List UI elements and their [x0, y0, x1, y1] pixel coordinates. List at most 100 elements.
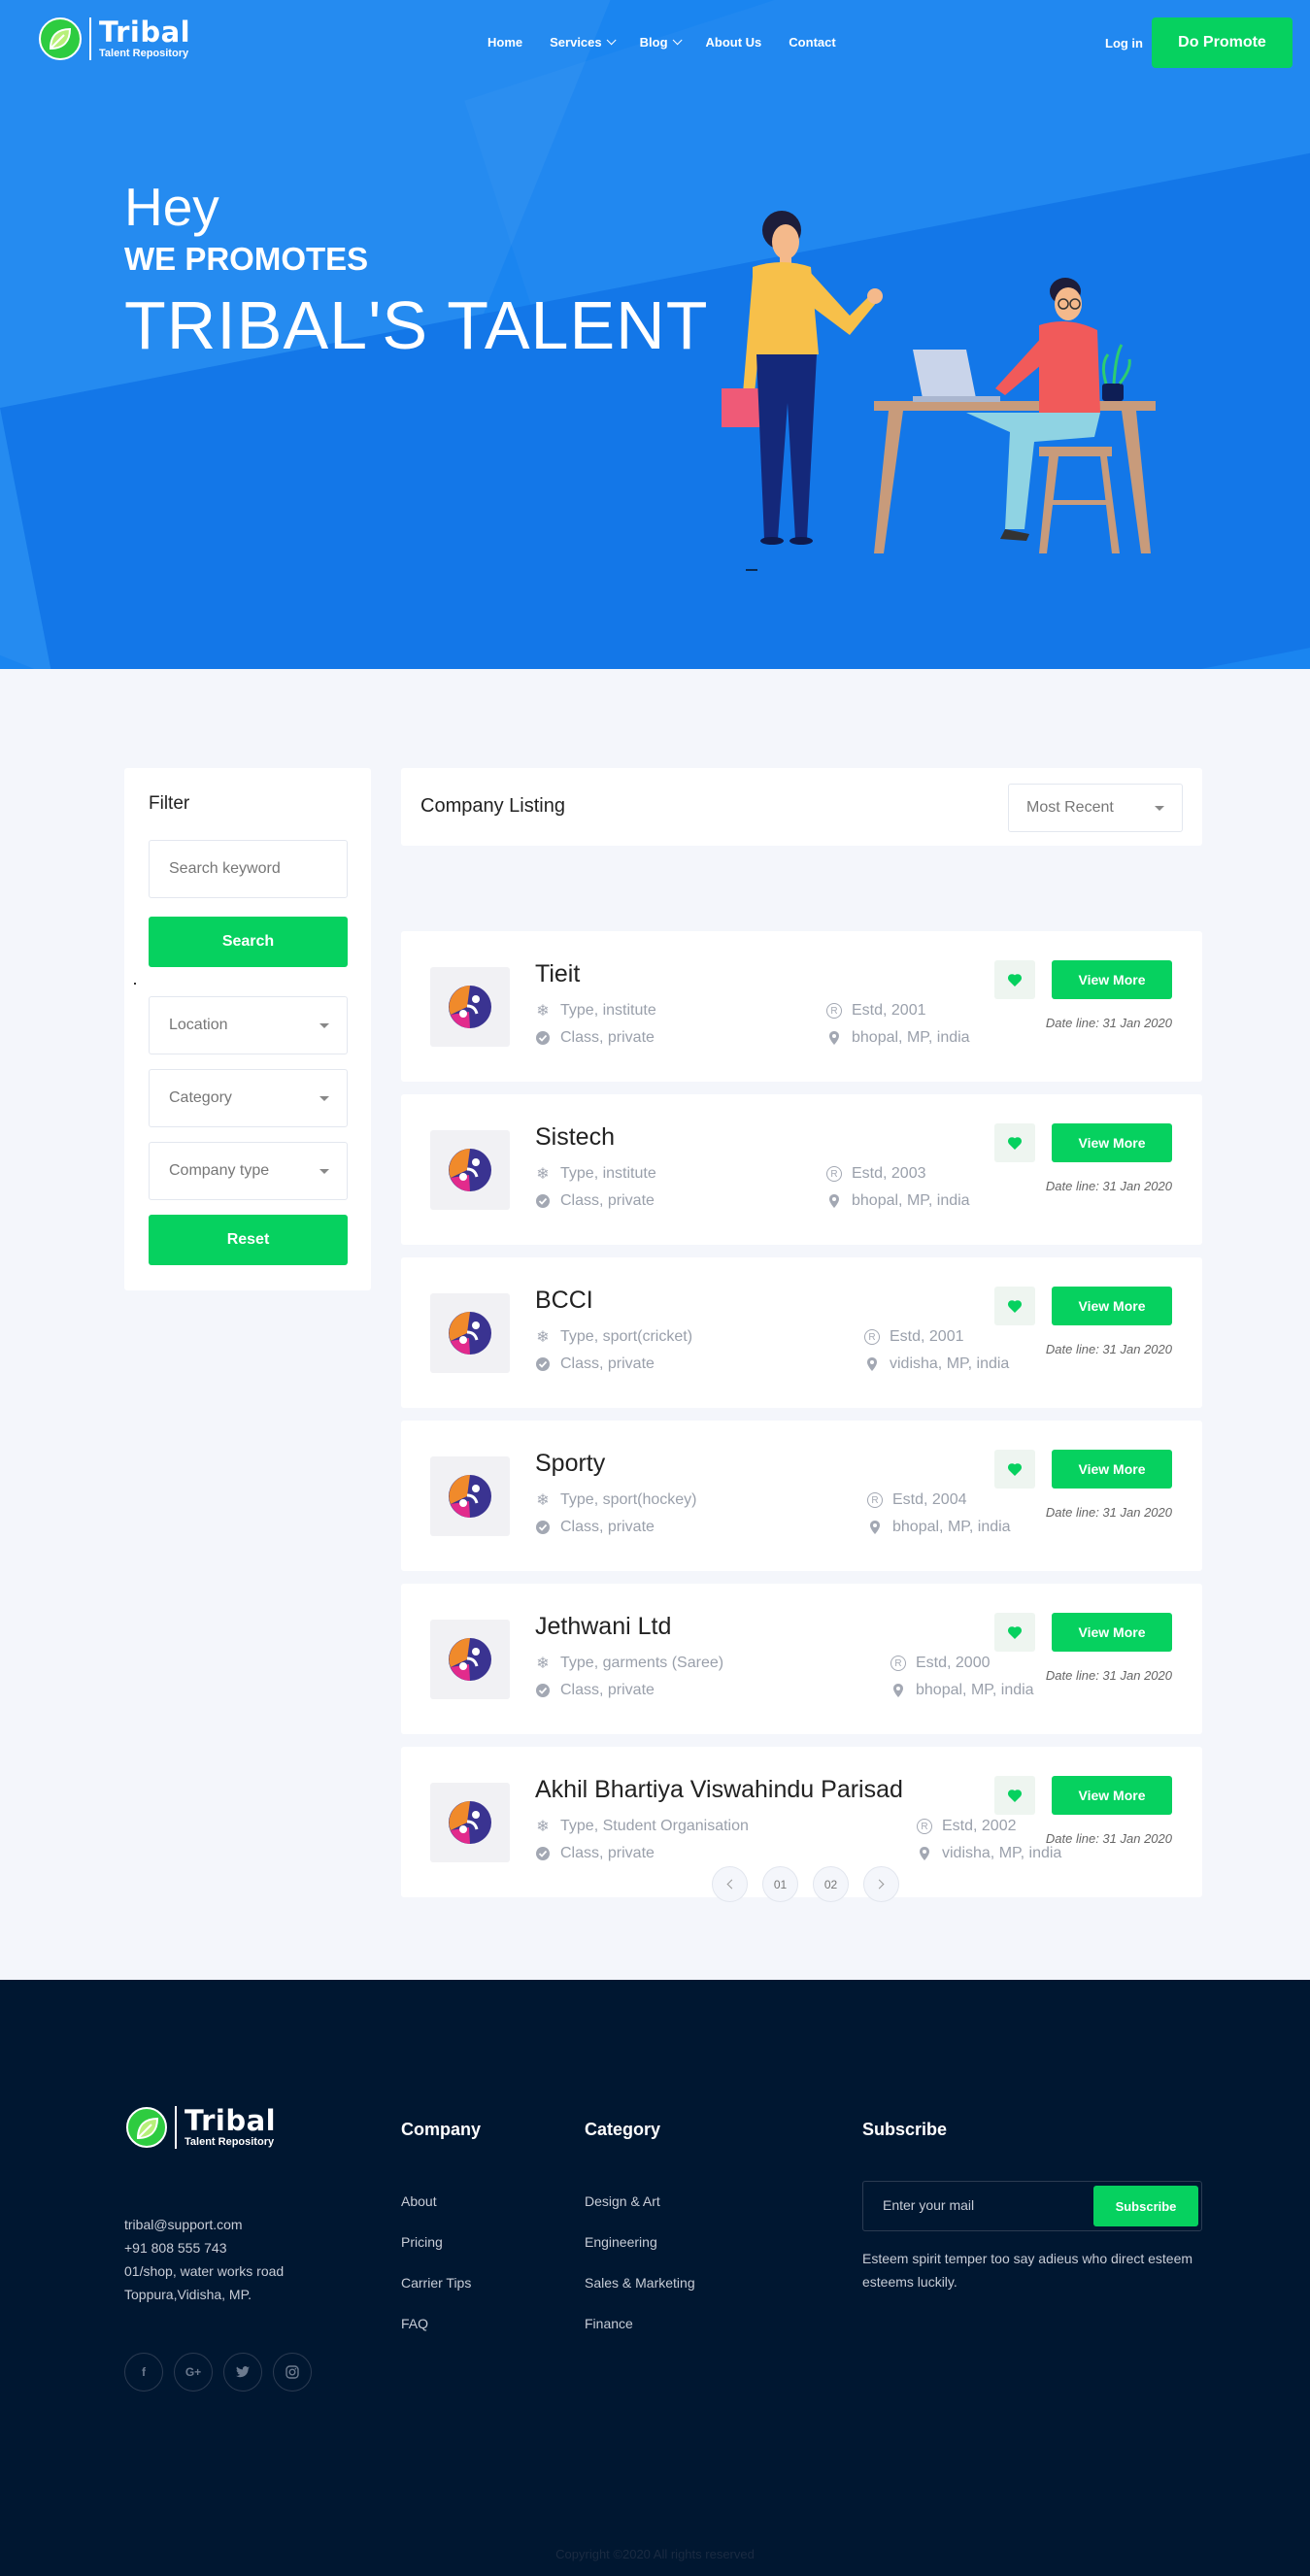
brand-logo[interactable]: Tribal Talent Repository	[39, 17, 190, 60]
favorite-button[interactable]	[994, 1123, 1035, 1162]
search-keyword-placeholder: Search keyword	[169, 860, 281, 877]
footer-email[interactable]: tribal@support.com	[124, 2213, 284, 2236]
favorite-button[interactable]	[994, 1613, 1035, 1652]
view-more-button[interactable]: View More	[1052, 1613, 1172, 1652]
favorite-button[interactable]	[994, 960, 1035, 999]
footer-phone[interactable]: +91 808 555 743	[124, 2236, 284, 2259]
view-more-button[interactable]: View More	[1052, 1123, 1172, 1162]
favorite-button[interactable]	[994, 1287, 1035, 1325]
company-name[interactable]: Tieit	[535, 960, 580, 988]
nav-contact[interactable]: Contact	[789, 35, 835, 50]
company-card: BCCI ❄ Type, sport(cricket) R Estd, 2001 Clas…	[401, 1257, 1202, 1408]
nav-contact-label: Contact	[789, 35, 836, 50]
page-button-1[interactable]: 01	[762, 1866, 798, 1902]
company-type: ❄ Type, institute	[535, 1165, 655, 1183]
company-name[interactable]: BCCI	[535, 1287, 593, 1315]
category-select[interactable]: Category	[149, 1069, 348, 1127]
hero-slider-indicator[interactable]	[746, 569, 757, 571]
footer-link-about[interactable]: About	[401, 2193, 437, 2209]
company-name[interactable]: Sistech	[535, 1123, 615, 1152]
footer-link-pricing[interactable]: Pricing	[401, 2234, 443, 2250]
company-date-line: Date line: 31 Jan 2020	[1045, 1831, 1172, 1846]
registered-icon: R	[867, 1492, 883, 1508]
subscribe-email-input[interactable]: Enter your mail	[883, 2197, 974, 2213]
view-more-button[interactable]: View More	[1052, 960, 1172, 999]
prev-page-button[interactable]	[712, 1866, 748, 1902]
location-select[interactable]: Location	[149, 996, 348, 1054]
company-name[interactable]: Jethwani Ltd	[535, 1613, 671, 1641]
snowflake-icon: ❄	[536, 1003, 550, 1020]
google-plus-icon[interactable]: G+	[174, 2353, 213, 2392]
nav-home[interactable]: Home	[487, 35, 522, 50]
logo-divider	[89, 17, 91, 60]
view-more-button[interactable]: View More	[1052, 1450, 1172, 1489]
map-pin-icon	[890, 1683, 906, 1698]
nav-about-us[interactable]: About Us	[706, 35, 762, 50]
favorite-button[interactable]	[994, 1450, 1035, 1489]
nav-services[interactable]: Services	[550, 35, 617, 50]
view-more-button[interactable]: View More	[1052, 1287, 1172, 1325]
instagram-icon[interactable]	[273, 2353, 312, 2392]
snowflake-icon: ❄	[536, 1819, 550, 1835]
facebook-icon[interactable]: f	[124, 2353, 163, 2392]
hero-section: Tribal Talent Repository Home Services B…	[0, 0, 1310, 669]
page-button-2[interactable]: 02	[813, 1866, 849, 1902]
company-date-line: Date line: 31 Jan 2020	[1045, 1505, 1172, 1520]
sort-select[interactable]: Most Recent	[1008, 784, 1183, 832]
company-location: bhopal, MP, india	[826, 1192, 970, 1210]
map-pin-icon	[867, 1520, 883, 1535]
company-card: Jethwani Ltd ❄ Type, garments (Saree) R Estd…	[401, 1584, 1202, 1734]
company-date-line: Date line: 31 Jan 2020	[1045, 1016, 1172, 1030]
company-estd-text: Estd, 2003	[852, 1165, 926, 1182]
nav-blog[interactable]: Blog	[639, 35, 683, 50]
company-type-text: Type, sport(cricket)	[560, 1328, 693, 1345]
category-select-label: Category	[169, 1089, 232, 1106]
registered-icon: R	[890, 1656, 906, 1671]
listing-header: Company Listing Most Recent	[401, 768, 1202, 846]
company-type: ❄ Type, Student Organisation	[535, 1818, 749, 1835]
twitter-icon[interactable]	[223, 2353, 262, 2392]
footer-subscribe-title: Subscribe	[862, 2120, 948, 2139]
map-pin-icon	[826, 1030, 842, 1046]
reset-button[interactable]: Reset	[149, 1215, 348, 1265]
company-type-select[interactable]: Company type	[149, 1142, 348, 1200]
footer-link-design-art[interactable]: Design & Art	[585, 2193, 660, 2209]
company-name[interactable]: Akhil Bhartiya Viswahindu Parisad	[535, 1776, 903, 1804]
pagination: 01 02	[712, 1866, 899, 1902]
login-link[interactable]: Log in	[1105, 36, 1143, 50]
snowflake-icon: ❄	[536, 1166, 550, 1183]
footer-address-line1: 01/shop, water works road	[124, 2263, 285, 2279]
map-pin-icon	[917, 1846, 932, 1861]
footer-link-faq[interactable]: FAQ	[401, 2316, 428, 2331]
map-pin-icon	[864, 1356, 880, 1372]
footer-link-carrier-tips[interactable]: Carrier Tips	[401, 2275, 471, 2291]
next-page-button[interactable]	[863, 1866, 899, 1902]
company-location-text: bhopal, MP, india	[916, 1682, 1034, 1698]
footer-brand-name: Tribal	[185, 2104, 277, 2137]
location-select-label: Location	[169, 1017, 228, 1033]
search-keyword-input[interactable]: Search keyword	[149, 840, 348, 898]
nav-blog-label: Blog	[639, 35, 668, 50]
snowflake-icon: ❄	[536, 1656, 550, 1672]
footer-link-sales-marketing[interactable]: Sales & Marketing	[585, 2275, 695, 2291]
do-promote-button[interactable]: Do Promote	[1152, 17, 1293, 68]
company-name[interactable]: Sporty	[535, 1450, 605, 1478]
company-type: ❄ Type, sport(hockey)	[535, 1491, 696, 1509]
footer-logo[interactable]: Tribal Talent Repository	[126, 2106, 276, 2149]
company-location: bhopal, MP, india	[890, 1682, 1034, 1699]
favorite-button[interactable]	[994, 1776, 1035, 1815]
footer-link-finance[interactable]: Finance	[585, 2316, 633, 2331]
company-class: Class, private	[535, 1192, 655, 1210]
company-card: Sporty ❄ Type, sport(hockey) R Estd, 2004 Cla…	[401, 1421, 1202, 1571]
company-estd-text: Estd, 2004	[892, 1491, 967, 1508]
company-estd: R Estd, 2004	[867, 1491, 967, 1509]
company-type: ❄ Type, institute	[535, 1002, 655, 1020]
hero-line-hey: Hey	[124, 177, 219, 237]
subscribe-button[interactable]: Subscribe	[1093, 2186, 1198, 2226]
company-estd: R Estd, 2002	[917, 1818, 1017, 1835]
logo-text: Tribal Talent Repository	[99, 17, 190, 60]
company-estd-text: Estd, 2000	[916, 1655, 991, 1671]
footer-link-engineering[interactable]: Engineering	[585, 2234, 657, 2250]
search-button[interactable]: Search	[149, 917, 348, 967]
view-more-button[interactable]: View More	[1052, 1776, 1172, 1815]
